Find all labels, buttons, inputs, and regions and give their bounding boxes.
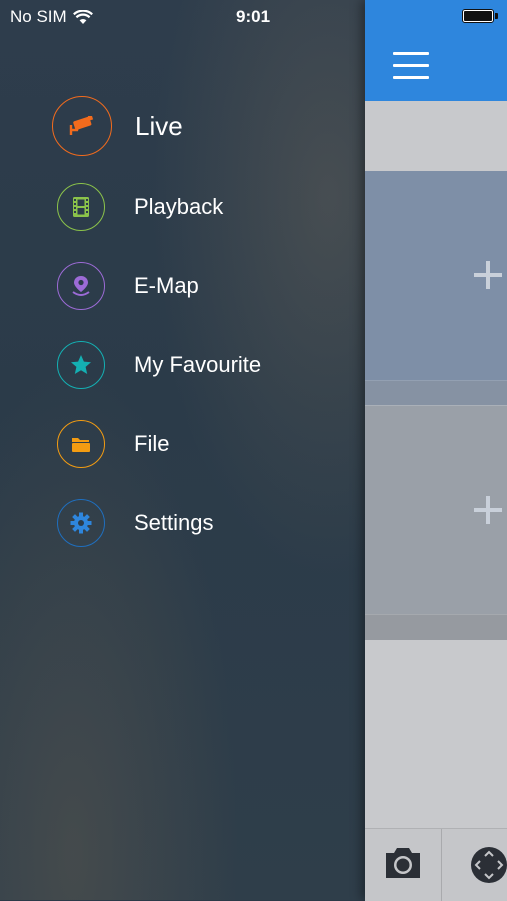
carrier-label: No SIM [10, 7, 67, 26]
file-icon-ring [57, 420, 105, 468]
status-bar: No SIM 9:01 [0, 0, 507, 34]
menu-label-settings: Settings [134, 510, 214, 535]
menu-item-my-favourite[interactable]: My Favourite [52, 335, 342, 395]
star-icon [71, 355, 91, 374]
menu-label-live: Live [135, 110, 183, 141]
status-left: No SIM [10, 7, 93, 27]
ptz-control-icon[interactable] [469, 845, 507, 885]
toolbar-divider [441, 829, 442, 901]
wifi-icon [72, 9, 93, 24]
menu-label-playback: Playback [134, 194, 224, 219]
main-content [365, 0, 507, 901]
favourite-icon-ring [57, 341, 105, 389]
pane-divider-strip [365, 380, 507, 406]
live-icon-ring [52, 96, 112, 156]
menu-item-file[interactable]: File [52, 414, 342, 474]
menu-label-my-favourite: My Favourite [134, 352, 262, 377]
film-icon [73, 197, 89, 217]
status-time: 9:01 [236, 7, 271, 26]
pane-divider-strip [365, 614, 507, 640]
bottom-toolbar [365, 828, 507, 901]
battery-icon [462, 9, 498, 23]
add-camera-plus-icon[interactable] [473, 259, 503, 293]
menu-item-settings[interactable]: Settings [52, 493, 342, 553]
map-pin-icon [72, 276, 90, 296]
gear-icon [70, 512, 92, 534]
add-camera-plus-icon[interactable] [473, 494, 503, 528]
menu-item-emap[interactable]: E-Map [52, 256, 342, 316]
video-pane-1[interactable] [365, 171, 507, 380]
menu-label-file: File [134, 431, 170, 456]
menu-item-playback[interactable]: Playback [52, 177, 342, 237]
settings-icon-ring [57, 499, 105, 547]
emap-icon-ring [57, 262, 105, 310]
folder-icon [72, 437, 90, 452]
video-pane-2[interactable] [365, 405, 507, 615]
menu-label-emap: E-Map [134, 273, 199, 298]
cctv-camera-icon [69, 116, 94, 135]
snapshot-camera-icon[interactable] [383, 845, 423, 881]
menu-item-live[interactable]: Live [52, 96, 342, 156]
hamburger-menu-icon[interactable] [393, 52, 429, 80]
playback-icon-ring [57, 183, 105, 231]
